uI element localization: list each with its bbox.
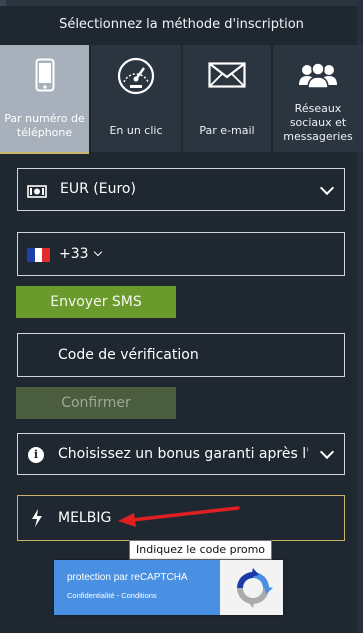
- promo-tooltip: Indiquez le code promo: [129, 540, 273, 560]
- recaptcha-title: protection par reCAPTCHA: [67, 572, 188, 583]
- recaptcha-icon: [233, 568, 273, 612]
- recaptcha-text-panel: protection par reCAPTCHA Confidentialité…: [54, 560, 220, 615]
- recaptcha-links[interactable]: Confidentialité - Conditions: [67, 591, 157, 600]
- recaptcha-badge[interactable]: protection par reCAPTCHA Confidentialité…: [54, 560, 283, 615]
- annotation-arrow: [118, 506, 240, 527]
